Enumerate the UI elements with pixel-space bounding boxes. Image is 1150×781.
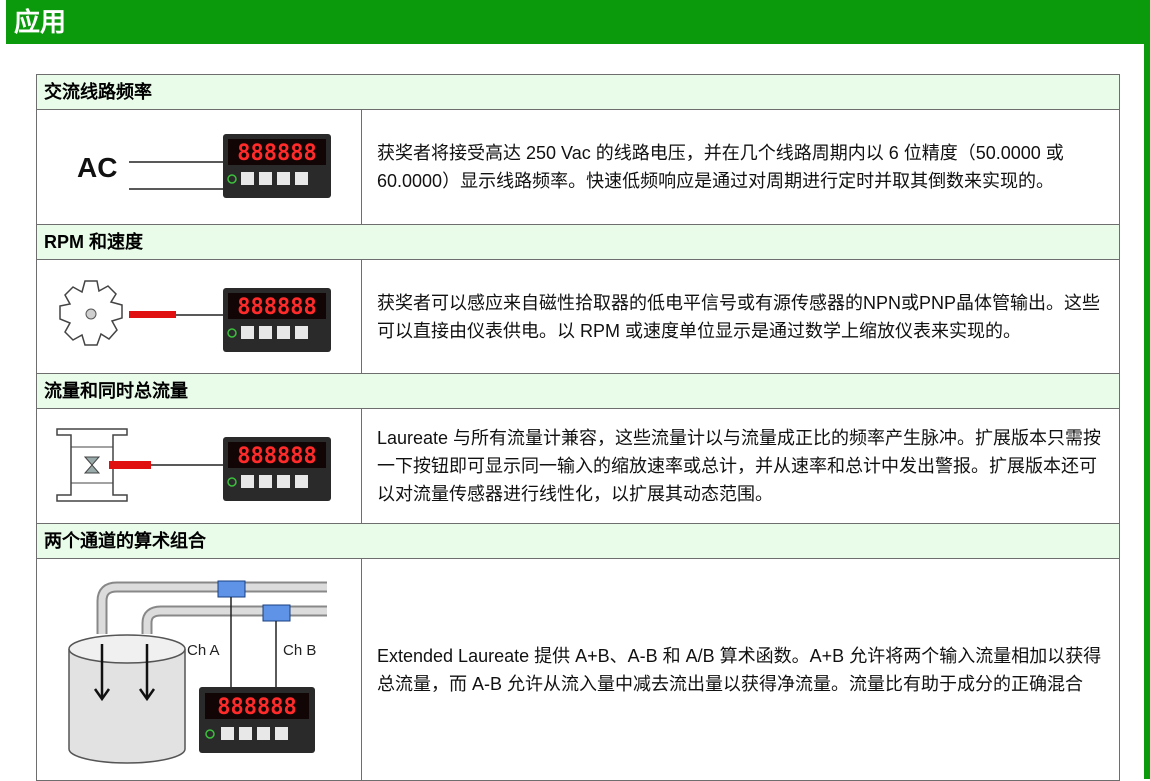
table-row: 888888 Laureate 与所有流量计兼容，这些流量计以与流量成正比的频率… (37, 409, 1119, 524)
meter-display-digits: 888888 (237, 295, 316, 320)
applications-table: 交流线路频率 AC 888888 获奖者将接受高达 250 Vac 的线路电压，… (36, 74, 1120, 781)
ac-frequency-diagram: AC 888888 (37, 110, 362, 224)
sensor-a-icon (217, 580, 246, 598)
table-row: 888888 获奖者可以感应来自磁性拾取器的低电平信号或有源传感器的NPN或PN… (37, 260, 1119, 374)
ac-frequency-description: 获奖者将接受高达 250 Vac 的线路电压，并在几个线路周期内以 6 位精度（… (377, 143, 1064, 191)
section-heading-flow-total: 流量和同时总流量 (37, 374, 1119, 409)
panel-meter-icon: 888888 (223, 134, 331, 198)
panel-meter-icon: 888888 (223, 437, 331, 501)
panel-meter-icon: 888888 (223, 288, 331, 352)
pipe-icon (96, 581, 327, 634)
meter-display-digits: 888888 (237, 141, 316, 166)
two-channel-description: Extended Laureate 提供 A+B、A-B 和 A/B 算术函数。… (377, 645, 1102, 694)
right-edge-bar (1144, 44, 1150, 779)
table-row: Ch A Ch B 888888 Extended Laureate 提供 A+… (37, 559, 1119, 781)
section-heading-rpm-speed: RPM 和速度 (37, 225, 1119, 260)
panel-meter-icon: 888888 (199, 687, 315, 753)
channel-a-label: Ch A (187, 642, 220, 659)
sensor-b-icon (262, 604, 291, 622)
section-heading-ac-frequency: 交流线路频率 (37, 75, 1119, 110)
flow-diagram: 888888 (37, 409, 362, 523)
page-title: 应用 (14, 7, 67, 37)
two-channel-diagram: Ch A Ch B 888888 (37, 559, 362, 780)
rpm-diagram: 888888 (37, 260, 362, 373)
left-margin (0, 0, 6, 779)
meter-display-digits: 888888 (237, 444, 316, 469)
section-heading-two-channel: 两个通道的算术组合 (37, 524, 1119, 559)
rpm-description: 获奖者可以感应来自磁性拾取器的低电平信号或有源传感器的NPN或PNP晶体管输出。… (377, 292, 1101, 341)
table-row: AC 888888 获奖者将接受高达 250 Vac 的线路电压，并在几个线路周… (37, 110, 1119, 225)
header-bar: 应用 (6, 0, 1150, 44)
ac-label: AC (77, 152, 117, 183)
gear-icon (59, 280, 123, 346)
tank-icon (68, 634, 186, 764)
channel-b-label: Ch B (283, 642, 316, 659)
flow-description: Laureate 与所有流量计兼容，这些流量计以与流量成正比的频率产生脉冲。扩展… (377, 428, 1102, 504)
meter-display-digits: 888888 (217, 695, 296, 720)
